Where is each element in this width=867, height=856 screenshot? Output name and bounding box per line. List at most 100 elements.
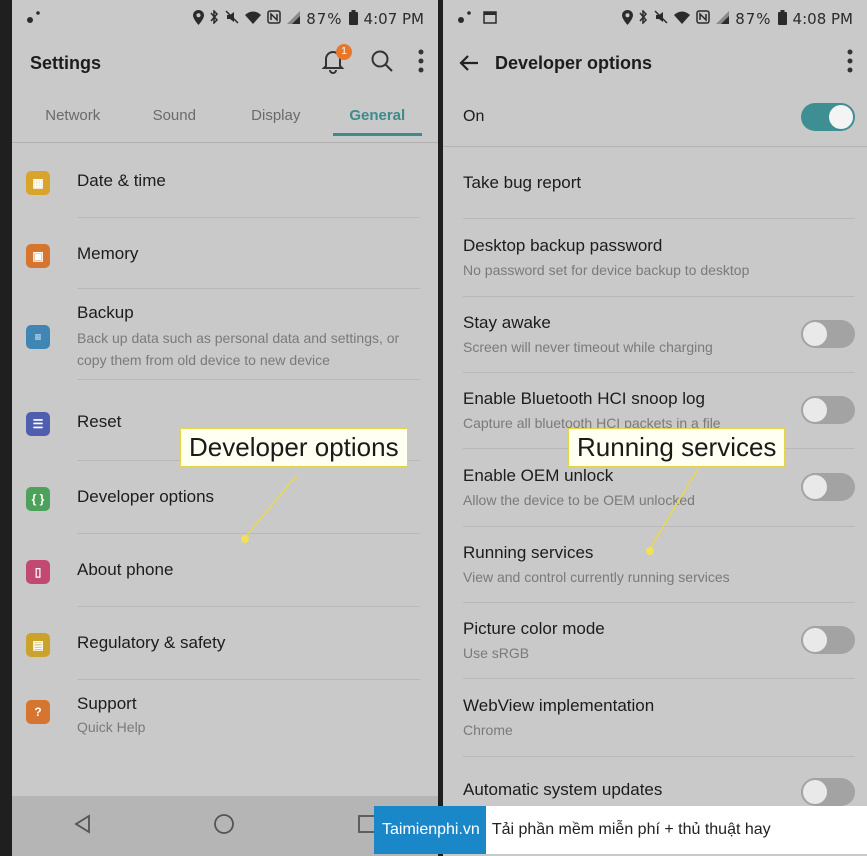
regulatory-icon: ▤	[26, 633, 50, 657]
setting-label: Stay awake	[463, 313, 551, 332]
setting-label: WebView implementation	[463, 696, 655, 715]
reset-icon: ☰	[26, 412, 50, 436]
toggle-knob	[803, 628, 827, 652]
signal-icon	[287, 10, 301, 28]
settings-item-memory[interactable]: ▣ Memory	[12, 218, 438, 289]
settings-item-about-phone[interactable]: ▯ About phone	[12, 534, 438, 607]
setting-label: Automatic system updates	[463, 780, 663, 799]
status-bar: 87% 4:08 PM	[443, 0, 867, 38]
toggle-knob	[803, 780, 827, 804]
settings-item-label: Support	[77, 694, 137, 713]
setting-stay-awake[interactable]: Stay awake Screen will never timeout whil…	[463, 296, 855, 373]
nfc-icon	[696, 10, 710, 28]
setting-picture-color-mode[interactable]: Picture color mode Use sRGB	[463, 602, 855, 679]
picture-color-mode-toggle[interactable]	[801, 626, 855, 654]
notification-badge: 1	[336, 43, 352, 60]
settings-item-date-time[interactable]: ▦ Date & time	[12, 153, 438, 218]
bluetooth-icon	[639, 9, 648, 28]
setting-subtitle: View and control currently running servi…	[463, 569, 730, 585]
callout-dot	[646, 547, 654, 555]
page-title: Developer options	[495, 52, 653, 73]
callout-pointer	[245, 474, 298, 537]
setting-label: Enable OEM unlock	[463, 466, 614, 485]
setting-subtitle: No password set for device backup to des…	[463, 262, 750, 278]
notification-bell-icon[interactable]: 1	[320, 43, 352, 79]
developer-options-master-switch-row[interactable]: On	[443, 88, 867, 147]
clock: 4:07 PM	[363, 10, 424, 28]
tab-display[interactable]: Display	[225, 88, 327, 142]
settings-item-label: Backup	[77, 303, 134, 322]
callout-pointer	[648, 468, 699, 551]
search-icon[interactable]	[370, 49, 394, 78]
cast-icon	[457, 10, 473, 28]
image-notification-icon	[483, 10, 497, 28]
wifi-icon	[674, 10, 691, 28]
automatic-updates-toggle[interactable]	[801, 778, 855, 806]
status-bar: 87% 4:07 PM	[12, 0, 438, 38]
tab-sound[interactable]: Sound	[124, 88, 226, 142]
backup-icon: ≡	[26, 325, 50, 349]
phone-info-icon: ▯	[26, 560, 50, 584]
developer-options-toggle[interactable]	[801, 103, 855, 131]
home-nav-icon[interactable]	[213, 813, 235, 840]
stay-awake-toggle[interactable]	[801, 320, 855, 348]
setting-subtitle: Use sRGB	[463, 645, 530, 661]
tab-network[interactable]: Network	[22, 88, 124, 142]
settings-item-regulatory-safety[interactable]: ▤ Regulatory & safety	[12, 607, 438, 680]
settings-item-label: About phone	[77, 560, 174, 579]
calendar-icon: ▦	[26, 171, 50, 195]
battery-icon	[348, 9, 358, 29]
toggle-knob	[803, 475, 827, 499]
setting-subtitle: Chrome	[463, 722, 513, 738]
watermark-banner: Taimienphi.vn Tải phần mềm miễn phí + th…	[374, 806, 867, 854]
battery-percent: 87%	[306, 10, 343, 28]
support-icon: ?	[26, 700, 50, 724]
callout-running-services: Running services	[568, 428, 786, 467]
toggle-knob	[829, 105, 853, 129]
brand-logo: Taimienphi.vn	[374, 806, 486, 854]
location-icon	[193, 9, 205, 29]
toggle-knob	[803, 398, 827, 422]
tab-general[interactable]: General	[327, 88, 429, 142]
callout-developer-options: Developer options	[180, 428, 408, 467]
back-arrow-icon[interactable]	[459, 54, 479, 72]
settings-item-subtitle: Back up data such as personal data and s…	[77, 330, 400, 368]
setting-webview-implementation[interactable]: WebView implementation Chrome	[463, 678, 855, 757]
overflow-menu-icon[interactable]	[418, 49, 424, 78]
setting-label: Desktop backup password	[463, 236, 663, 255]
toggle-knob	[803, 322, 827, 346]
chip-icon: ▣	[26, 244, 50, 268]
settings-screen: 87% 4:07 PM Settings 1 Network Sound Dis…	[12, 0, 438, 856]
setting-subtitle: Screen will never timeout while charging	[463, 339, 713, 355]
oem-unlock-toggle[interactable]	[801, 473, 855, 501]
code-braces-icon: { }	[26, 487, 50, 511]
setting-label: Enable Bluetooth HCI snoop log	[463, 389, 705, 408]
bluetooth-hci-snoop-toggle[interactable]	[801, 396, 855, 424]
setting-label: Take bug report	[463, 173, 582, 192]
signal-icon	[716, 10, 730, 28]
settings-item-label: Date & time	[77, 171, 166, 190]
settings-item-backup[interactable]: ≡ Backup Back up data such as personal d…	[12, 289, 438, 380]
setting-desktop-backup-password[interactable]: Desktop backup password No password set f…	[463, 218, 855, 297]
settings-item-label: Memory	[77, 244, 139, 263]
mute-icon	[654, 10, 668, 28]
nfc-icon	[267, 10, 281, 28]
battery-percent: 87%	[735, 10, 772, 28]
wifi-icon	[245, 10, 262, 28]
brand-tagline: Tải phần mềm miễn phí + thủ thuật hay	[485, 806, 867, 854]
settings-item-developer-options[interactable]: { } Developer options	[12, 461, 438, 534]
location-icon	[622, 9, 634, 29]
settings-tabs: Network Sound Display General	[12, 88, 438, 143]
overflow-menu-icon[interactable]	[847, 49, 853, 78]
app-bar: Developer options	[443, 38, 867, 88]
cast-icon	[26, 10, 42, 28]
bluetooth-icon	[210, 9, 219, 28]
back-nav-icon[interactable]	[73, 813, 91, 839]
callout-dot	[241, 535, 249, 543]
clock: 4:08 PM	[792, 10, 853, 28]
app-bar: Settings 1	[12, 38, 438, 88]
page-title: Settings	[30, 52, 102, 73]
setting-take-bug-report[interactable]: Take bug report	[463, 148, 855, 219]
mute-icon	[225, 10, 239, 28]
settings-item-support[interactable]: ? Support Quick Help	[12, 680, 438, 748]
